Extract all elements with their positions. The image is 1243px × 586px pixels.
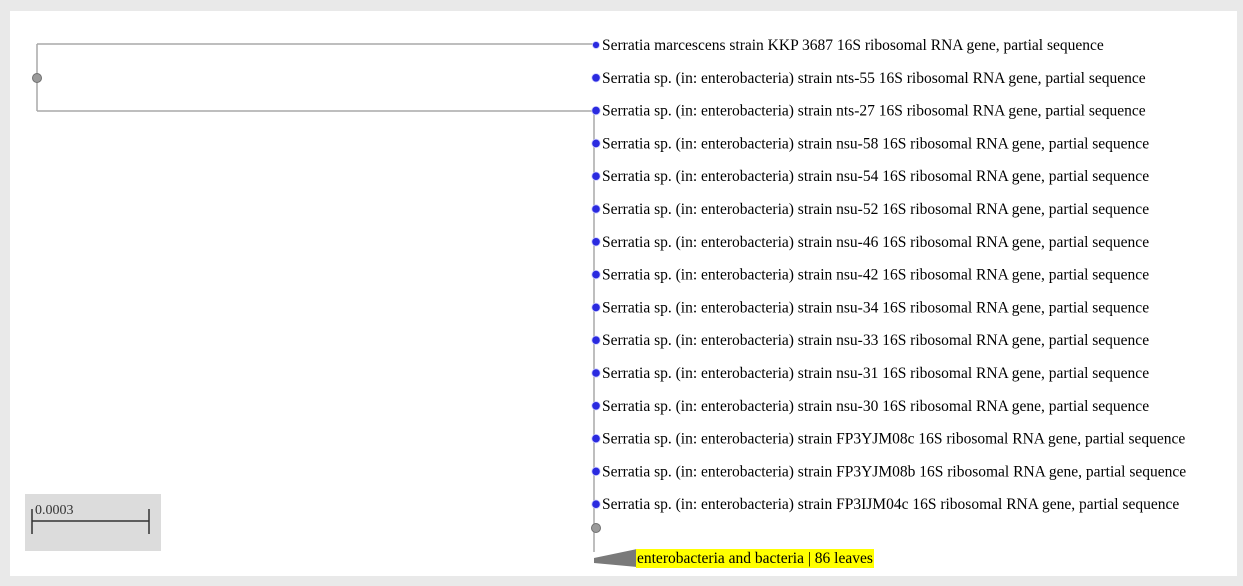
leaf-label[interactable]: Serratia sp. (in: enterobacteria) strain… [602, 299, 1149, 316]
leaf-node[interactable] [591, 368, 601, 378]
leaf-label[interactable]: Serratia sp. (in: enterobacteria) strain… [602, 135, 1149, 152]
leaf-node[interactable] [591, 466, 601, 476]
leaf-node[interactable] [591, 401, 601, 411]
leaf-node[interactable] [591, 73, 601, 83]
leaf-label[interactable]: Serratia sp. (in: enterobacteria) strain… [602, 431, 1185, 448]
leaf-row[interactable]: Serratia sp. (in: enterobacteria) strain… [591, 496, 1180, 513]
leaf-label[interactable]: Serratia sp. (in: enterobacteria) strain… [602, 103, 1146, 120]
leaf-row[interactable]: Serratia sp. (in: enterobacteria) strain… [591, 431, 1186, 448]
leaf-row[interactable]: Serratia sp. (in: enterobacteria) strain… [591, 365, 1149, 382]
leaf-row[interactable]: Serratia sp. (in: enterobacteria) strain… [591, 103, 1146, 120]
leaf-node[interactable] [591, 138, 601, 148]
scale-bar-label: 0.0003 [35, 503, 74, 518]
clade-node[interactable] [591, 523, 601, 533]
leaf-row[interactable]: Serratia marcescens strain KKP 3687 16S … [592, 37, 1104, 54]
leaf-row[interactable]: Serratia sp. (in: enterobacteria) strain… [591, 299, 1149, 316]
scale-bar: 0.0003 [25, 494, 161, 551]
leaf-row[interactable]: Serratia sp. (in: enterobacteria) strain… [591, 332, 1149, 349]
leaf-label[interactable]: Serratia sp. (in: enterobacteria) strain… [602, 267, 1149, 284]
leaf-node[interactable] [591, 335, 601, 345]
leaf-node[interactable] [591, 433, 601, 444]
leaf-row[interactable]: Serratia sp. (in: enterobacteria) strain… [591, 168, 1149, 185]
leaf-label[interactable]: Serratia sp. (in: enterobacteria) strain… [602, 365, 1149, 382]
leaf-label[interactable]: Serratia sp. (in: enterobacteria) strain… [602, 234, 1149, 251]
leaf-node[interactable] [591, 204, 601, 214]
leaf-row[interactable]: Serratia sp. (in: enterobacteria) strain… [591, 398, 1149, 415]
leaf-label[interactable]: Serratia marcescens strain KKP 3687 16S … [602, 37, 1104, 54]
leaf-label[interactable]: Serratia sp. (in: enterobacteria) strain… [602, 398, 1149, 415]
collapsed-clade-triangle[interactable] [594, 549, 637, 567]
leaf-row[interactable]: Serratia sp. (in: enterobacteria) strain… [591, 201, 1149, 218]
phylogenetic-tree: Serratia marcescens strain KKP 3687 16S … [25, 37, 1186, 568]
leaf-node[interactable] [591, 269, 601, 280]
leaf-row[interactable]: Serratia sp. (in: enterobacteria) strain… [591, 463, 1186, 480]
leaf-label[interactable]: Serratia sp. (in: enterobacteria) strain… [602, 70, 1146, 87]
leaf-node[interactable] [591, 106, 601, 116]
leaf-row[interactable]: Serratia sp. (in: enterobacteria) strain… [591, 135, 1149, 152]
leaf-label[interactable]: Serratia sp. (in: enterobacteria) strain… [602, 463, 1186, 480]
leaf-node[interactable] [592, 41, 600, 49]
leaf-label[interactable]: Serratia sp. (in: enterobacteria) strain… [602, 496, 1179, 513]
leaf-list: Serratia marcescens strain KKP 3687 16S … [591, 37, 1186, 513]
collapsed-clade-label[interactable]: enterobacteria and bacteria | 86 leaves [637, 550, 873, 567]
leaf-label[interactable]: Serratia sp. (in: enterobacteria) strain… [602, 332, 1149, 349]
leaf-node[interactable] [591, 499, 601, 509]
collapsed-clade[interactable]: enterobacteria and bacteria | 86 leaves [594, 549, 874, 568]
leaf-label[interactable]: Serratia sp. (in: enterobacteria) strain… [602, 201, 1149, 218]
leaf-label[interactable]: Serratia sp. (in: enterobacteria) strain… [602, 168, 1149, 185]
leaf-node[interactable] [591, 302, 601, 312]
leaf-row[interactable]: Serratia sp. (in: enterobacteria) strain… [591, 234, 1149, 251]
leaf-node[interactable] [591, 171, 601, 181]
leaf-node[interactable] [591, 237, 601, 247]
tree-panel: Serratia marcescens strain KKP 3687 16S … [10, 11, 1237, 576]
leaf-row[interactable]: Serratia sp. (in: enterobacteria) strain… [591, 70, 1146, 87]
leaf-row[interactable]: Serratia sp. (in: enterobacteria) strain… [591, 267, 1149, 284]
root-node[interactable] [32, 73, 42, 83]
